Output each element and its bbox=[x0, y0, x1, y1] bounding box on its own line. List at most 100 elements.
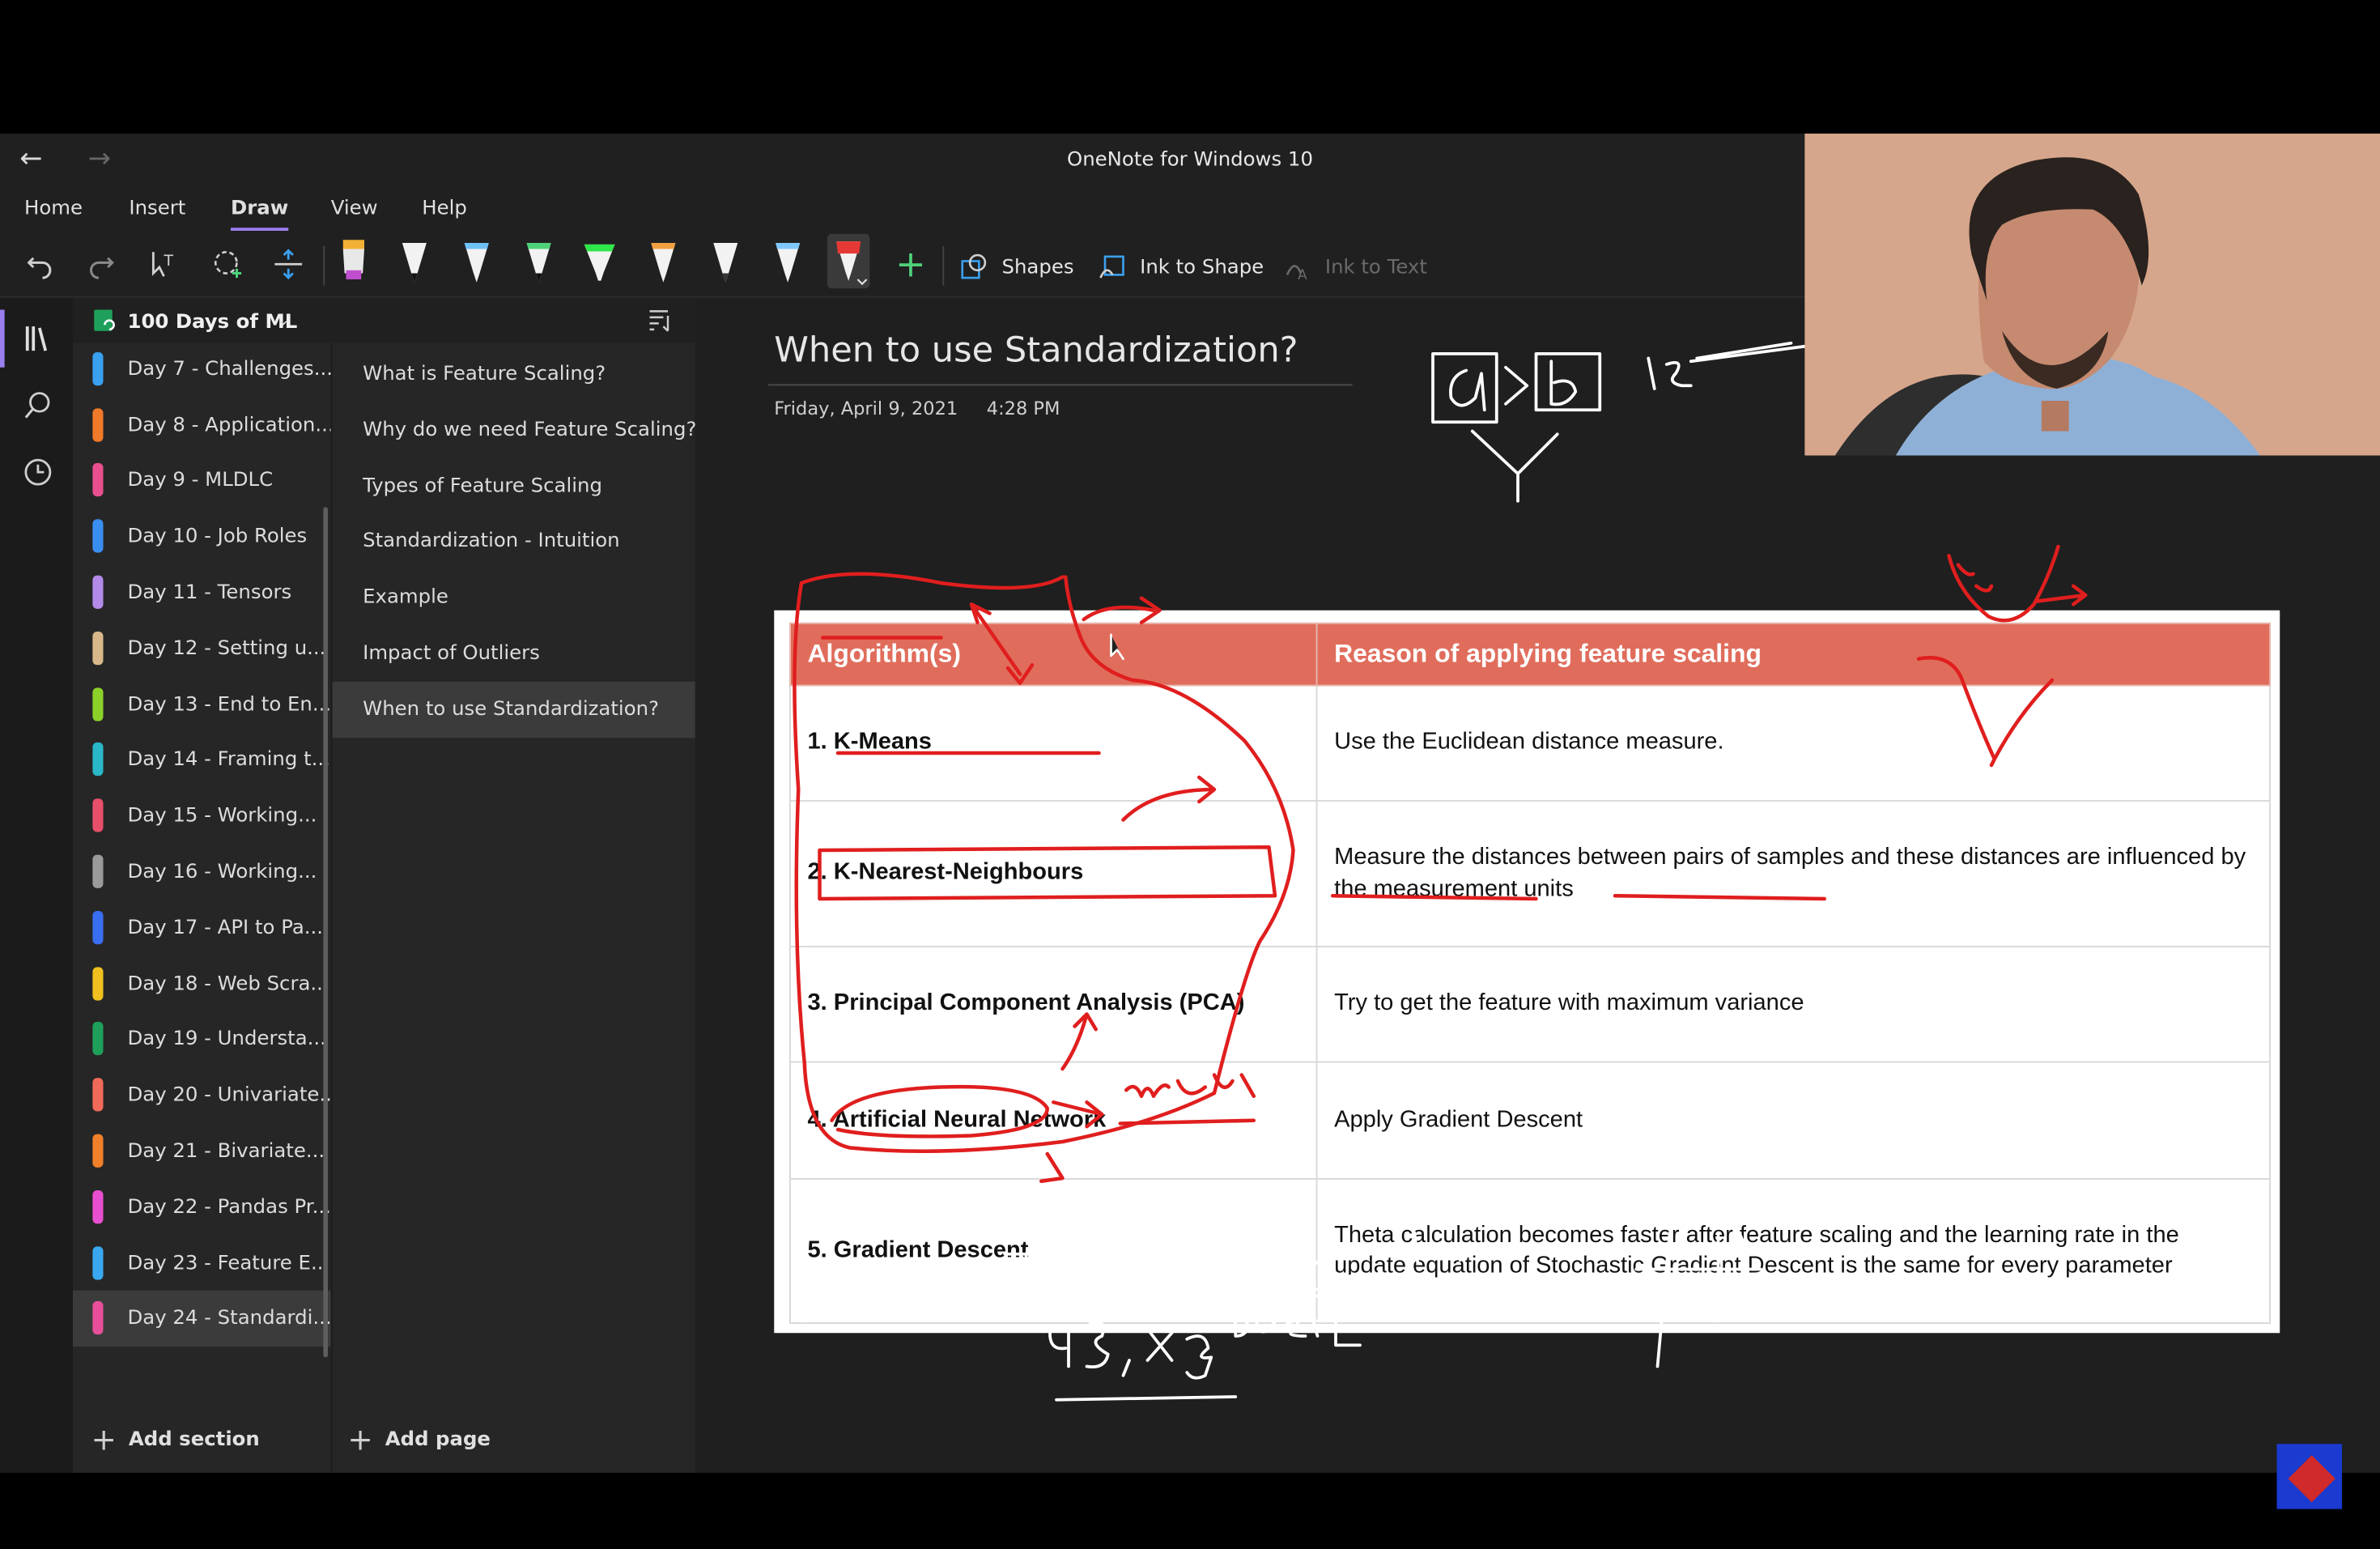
section-item[interactable]: Day 11 - Tensors bbox=[73, 565, 331, 621]
page-item[interactable]: Types of Feature Scaling bbox=[333, 457, 697, 513]
green-pen-icon[interactable] bbox=[522, 234, 555, 289]
section-color-tab bbox=[92, 854, 104, 888]
page-item[interactable]: Why do we need Feature Scaling? bbox=[333, 402, 697, 457]
recent-icon[interactable] bbox=[19, 453, 58, 492]
title-underline bbox=[767, 384, 1353, 386]
algorithm-cell: 2. K-Nearest-Neighbours bbox=[789, 800, 1318, 947]
add-pen-icon[interactable]: + bbox=[893, 243, 929, 286]
redo-icon[interactable] bbox=[83, 243, 120, 286]
reason-cell: Theta calculation becomes faster after f… bbox=[1315, 1178, 2271, 1324]
ink-to-shape-icon bbox=[1099, 255, 1124, 279]
black-pen-icon[interactable] bbox=[397, 234, 431, 289]
section-item[interactable]: Day 23 - Feature E... bbox=[73, 1235, 331, 1291]
section-item[interactable]: Day 9 - MLDLC bbox=[73, 453, 331, 509]
section-color-tab bbox=[92, 743, 104, 777]
feature-scaling-table-image[interactable]: Algorithm(s) Reason of applying feature … bbox=[774, 610, 2280, 1334]
ink-to-text-button: A Ink to Text bbox=[1282, 252, 1427, 283]
page-list: What is Feature Scaling? Why do we need F… bbox=[330, 297, 697, 1473]
notebook-header[interactable]: 100 Days of ML ⌄ bbox=[73, 297, 695, 343]
sort-pages-icon[interactable] bbox=[645, 307, 673, 334]
section-color-tab bbox=[92, 1301, 104, 1335]
table-header-reason: Reason of applying feature scaling bbox=[1315, 622, 2271, 687]
section-scrollbar[interactable] bbox=[323, 507, 328, 1358]
page-item[interactable]: When to use Standardization? bbox=[332, 681, 697, 738]
screen: ← → OneNote for Windows 10 Home Insert D… bbox=[0, 0, 2380, 1549]
section-item[interactable]: Day 22 - Pandas Pr... bbox=[73, 1179, 331, 1235]
tab-insert[interactable]: Insert bbox=[129, 198, 185, 220]
section-item[interactable]: Day 12 - Setting u... bbox=[73, 620, 331, 676]
section-label: Day 16 - Working... bbox=[127, 861, 317, 884]
page-label: When to use Standardization? bbox=[363, 698, 660, 721]
shapes-button[interactable]: Shapes bbox=[959, 252, 1074, 283]
tab-view[interactable]: View bbox=[331, 198, 378, 220]
reason-cell: Apply Gradient Descent bbox=[1315, 1061, 2271, 1180]
page-item[interactable]: Example bbox=[333, 569, 697, 625]
section-color-tab bbox=[92, 1245, 104, 1279]
section-color-tab bbox=[92, 463, 104, 497]
type-select-icon[interactable]: T bbox=[146, 243, 182, 286]
add-page-button[interactable]: + Add page bbox=[347, 1421, 491, 1458]
page-label: Why do we need Feature Scaling? bbox=[363, 419, 697, 442]
nav-rail bbox=[0, 297, 73, 1473]
section-item[interactable]: Day 13 - End to En... bbox=[73, 676, 331, 732]
section-item[interactable]: Day 18 - Web Scra... bbox=[73, 955, 331, 1011]
lasso-select-icon[interactable] bbox=[210, 243, 246, 286]
section-color-tab bbox=[92, 407, 104, 441]
reason-cell: Use the Euclidean distance measure. bbox=[1315, 684, 2271, 802]
add-space-icon[interactable] bbox=[270, 243, 307, 286]
section-color-tab bbox=[92, 631, 104, 665]
undo-icon[interactable] bbox=[21, 243, 57, 286]
chevron-down-icon[interactable]: ⌄ bbox=[276, 310, 290, 330]
shapes-label: Shapes bbox=[1001, 255, 1074, 279]
section-label: Day 19 - Understa... bbox=[127, 1028, 326, 1052]
section-item[interactable]: Day 14 - Framing t... bbox=[73, 732, 331, 788]
page-item[interactable]: Standardization - Intuition bbox=[333, 513, 697, 569]
red-pen-icon[interactable] bbox=[827, 233, 870, 289]
page-item[interactable]: Impact of Outliers bbox=[333, 626, 697, 682]
ink-to-shape-button[interactable]: Ink to Shape bbox=[1098, 252, 1264, 283]
section-item[interactable]: Day 17 - API to Pa... bbox=[73, 900, 331, 955]
section-item[interactable]: Day 16 - Working... bbox=[73, 845, 331, 900]
section-label: Day 20 - Univariate... bbox=[127, 1084, 331, 1108]
section-item[interactable]: Day 24 - Standardi... bbox=[73, 1291, 331, 1347]
ink-to-text-icon: A bbox=[1286, 265, 1307, 283]
highlighter-pen-icon[interactable] bbox=[337, 234, 370, 289]
page-label: What is Feature Scaling? bbox=[363, 363, 606, 386]
tab-home[interactable]: Home bbox=[24, 198, 83, 220]
section-color-tab bbox=[92, 966, 104, 1000]
section-item[interactable]: Day 21 - Bivariate... bbox=[73, 1124, 331, 1180]
channel-logo-icon bbox=[2276, 1444, 2343, 1509]
page-item[interactable]: What is Feature Scaling? bbox=[333, 347, 697, 402]
page-canvas[interactable]: When to use Standardization? Friday, Apr… bbox=[695, 297, 2380, 1473]
green-highlighter-icon[interactable] bbox=[583, 234, 616, 289]
section-label: Day 11 - Tensors bbox=[127, 581, 292, 605]
section-item[interactable]: Day 15 - Working... bbox=[73, 788, 331, 844]
add-section-label: Add section bbox=[128, 1428, 260, 1451]
page-time: 4:28 PM bbox=[986, 398, 1060, 419]
feature-scaling-table: Algorithm(s) Reason of applying feature … bbox=[789, 622, 2271, 1324]
add-page-label: Add page bbox=[385, 1428, 491, 1451]
presenter-video-image bbox=[1804, 134, 2380, 456]
section-item[interactable]: Day 19 - Understa... bbox=[73, 1011, 331, 1067]
section-item[interactable]: Day 20 - Univariate... bbox=[73, 1067, 331, 1123]
light-blue-pen-icon[interactable] bbox=[771, 234, 805, 289]
page-label: Standardization - Intuition bbox=[363, 530, 620, 554]
section-item[interactable]: Day 8 - Application... bbox=[73, 397, 331, 453]
algorithm-cell: 4. Artificial Neural Network bbox=[789, 1061, 1318, 1180]
orange-pen-icon[interactable] bbox=[647, 234, 680, 289]
blue-pen-icon[interactable] bbox=[460, 234, 493, 289]
table-row: 4. Artificial Neural Network Apply Gradi… bbox=[789, 1061, 2271, 1180]
pencil-icon[interactable] bbox=[709, 234, 742, 289]
page-title[interactable]: When to use Standardization? bbox=[774, 331, 1298, 371]
notebooks-icon[interactable] bbox=[0, 309, 58, 368]
search-icon[interactable] bbox=[19, 385, 58, 425]
section-item[interactable]: Day 7 - Challenges... bbox=[73, 341, 331, 397]
tab-draw[interactable]: Draw bbox=[231, 198, 288, 232]
section-label: Day 24 - Standardi... bbox=[127, 1308, 331, 1331]
section-label: Day 23 - Feature E... bbox=[127, 1252, 330, 1275]
section-item[interactable]: Day 10 - Job Roles bbox=[73, 509, 331, 564]
add-section-button[interactable]: + Add section bbox=[91, 1421, 260, 1458]
ink-to-text-label: Ink to Text bbox=[1324, 255, 1427, 279]
table-row: 3. Principal Component Analysis (PCA) Tr… bbox=[789, 946, 2271, 1063]
tab-help[interactable]: Help bbox=[422, 198, 467, 220]
